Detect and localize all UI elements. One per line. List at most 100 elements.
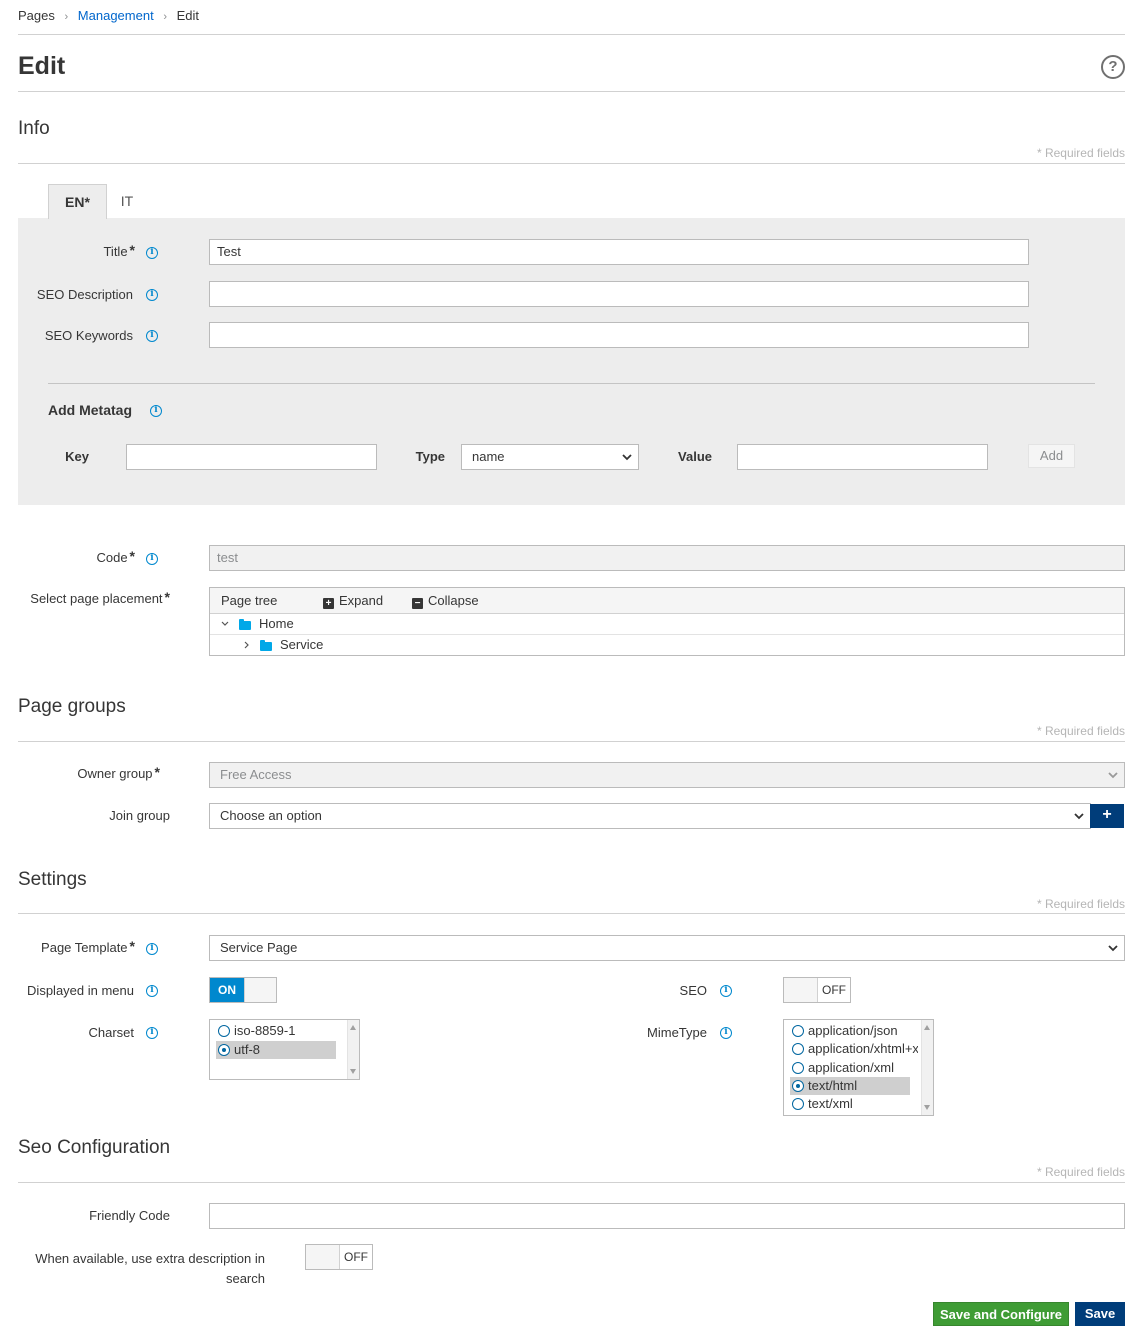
tree-node-label: Service — [280, 637, 324, 652]
mimetype-option[interactable]: application/xhtml+x — [790, 1040, 918, 1058]
scroll-up-icon[interactable] — [350, 1025, 356, 1030]
minus-square-icon: − — [412, 598, 423, 609]
radio-icon — [792, 1062, 804, 1074]
page-tree: Page tree + Expand − Collapse Home Service — [209, 587, 1125, 656]
displayed-in-menu-label: Displayed in menu — [27, 983, 134, 998]
add-metatag-button[interactable]: Add — [1028, 444, 1075, 468]
seo-description-input[interactable] — [209, 281, 1029, 307]
radio-icon — [792, 1098, 804, 1110]
required-note: * Required fields — [1036, 897, 1125, 911]
divider — [18, 163, 1125, 164]
add-metatag-title: Add Metatag — [48, 402, 132, 418]
breadcrumb: Pages › Management › Edit — [18, 8, 199, 23]
seo-keywords-label: SEO Keywords — [44, 328, 133, 343]
owner-group-select[interactable]: Free Access — [209, 762, 1125, 788]
info-icon[interactable]: i — [146, 943, 158, 955]
charset-option[interactable]: utf-8 — [216, 1041, 336, 1059]
page-tree-header: Page tree + Expand − Collapse — [210, 588, 1124, 614]
join-group-select[interactable]: Choose an option — [209, 803, 1091, 829]
info-icon[interactable]: i — [720, 985, 732, 997]
info-icon[interactable]: i — [146, 330, 158, 342]
info-icon[interactable]: i — [150, 405, 162, 417]
page-title: Edit — [18, 52, 66, 80]
seo-description-label: SEO Description — [36, 287, 133, 302]
collapse-button[interactable]: − Collapse — [412, 593, 479, 609]
scrollbar[interactable] — [921, 1020, 933, 1115]
mimetype-listbox[interactable]: application/json application/xhtml+x app… — [783, 1019, 934, 1116]
radio-checked-icon — [792, 1080, 804, 1092]
code-label: Code * — [96, 548, 135, 565]
toggle-off-label: OFF — [344, 1250, 368, 1264]
seo-config-section-title: Seo Configuration — [18, 1137, 171, 1158]
metatag-key-input[interactable] — [126, 444, 377, 470]
extra-description-toggle[interactable]: OFF — [305, 1244, 373, 1270]
info-icon[interactable]: i — [146, 1027, 158, 1039]
chevron-down-icon[interactable] — [220, 619, 230, 629]
title-label: Title * — [103, 242, 135, 259]
scroll-up-icon[interactable] — [924, 1025, 930, 1030]
charset-option[interactable]: iso-8859-1 — [216, 1022, 342, 1040]
radio-icon — [792, 1025, 804, 1037]
charset-label: Charset — [88, 1025, 134, 1040]
mimetype-option[interactable]: text/xml — [790, 1095, 916, 1113]
info-section-title: Info — [18, 118, 50, 139]
info-icon[interactable]: i — [146, 289, 158, 301]
page-template-select[interactable]: Service Page — [209, 935, 1125, 961]
tree-node-home[interactable]: Home — [210, 614, 1124, 635]
save-and-configure-button[interactable]: Save and Configure — [933, 1302, 1069, 1326]
add-join-group-button[interactable]: + — [1090, 804, 1124, 828]
chevron-right-icon[interactable] — [242, 640, 252, 650]
page-placement-label: Select page placement * — [30, 589, 170, 606]
seo-toggle[interactable]: OFF — [783, 977, 851, 1003]
plus-square-icon: + — [323, 598, 334, 609]
title-input[interactable]: Test — [209, 239, 1029, 265]
save-button[interactable]: Save — [1075, 1302, 1125, 1326]
owner-group-label: Owner group * — [77, 764, 160, 781]
tree-node-service[interactable]: Service — [210, 635, 1124, 656]
tab-en[interactable]: EN* — [48, 184, 107, 219]
tree-node-label: Home — [259, 616, 294, 631]
chevron-down-icon — [1108, 772, 1118, 779]
metatag-type-value: name — [472, 449, 505, 464]
chevron-down-icon — [1074, 813, 1084, 820]
radio-icon — [218, 1025, 230, 1037]
tab-it[interactable]: IT — [112, 184, 142, 219]
charset-listbox[interactable]: iso-8859-1 utf-8 — [209, 1019, 360, 1080]
divider — [48, 383, 1095, 384]
folder-icon — [260, 640, 272, 651]
chevron-down-icon — [1108, 945, 1118, 952]
metatag-value-input[interactable] — [737, 444, 988, 470]
info-icon[interactable]: i — [146, 553, 158, 565]
scroll-down-icon[interactable] — [924, 1105, 930, 1110]
scrollbar[interactable] — [347, 1020, 359, 1079]
metatag-value-label: Value — [678, 449, 712, 464]
divider — [18, 91, 1125, 92]
settings-section-title: Settings — [18, 869, 87, 890]
displayed-in-menu-toggle[interactable]: ON — [209, 977, 277, 1003]
info-icon[interactable]: i — [146, 247, 158, 259]
scroll-down-icon[interactable] — [350, 1069, 356, 1074]
help-icon[interactable]: ? — [1101, 55, 1125, 79]
mimetype-label: MimeType — [647, 1025, 707, 1040]
radio-checked-icon — [218, 1044, 230, 1056]
info-icon[interactable]: i — [720, 1027, 732, 1039]
expand-button[interactable]: + Expand — [323, 593, 383, 609]
mimetype-option[interactable]: text/html — [790, 1077, 910, 1095]
divider — [18, 1182, 1125, 1183]
divider — [18, 34, 1125, 35]
friendly-code-input[interactable] — [209, 1203, 1125, 1229]
seo-keywords-input[interactable] — [209, 322, 1029, 348]
toggle-knob — [306, 1245, 340, 1269]
code-input[interactable]: test — [209, 545, 1125, 571]
mimetype-option[interactable]: application/json — [790, 1022, 916, 1040]
friendly-code-label: Friendly Code — [89, 1208, 170, 1223]
seo-label: SEO — [679, 983, 707, 998]
mimetype-option[interactable]: application/xml — [790, 1059, 916, 1077]
info-icon[interactable]: i — [146, 985, 158, 997]
required-note: * Required fields — [1036, 146, 1125, 160]
metatag-type-select[interactable]: name — [461, 444, 639, 470]
required-note: * Required fields — [1036, 1165, 1125, 1179]
folder-icon — [239, 619, 251, 630]
toggle-knob — [784, 978, 818, 1002]
breadcrumb-management[interactable]: Management — [78, 8, 154, 23]
